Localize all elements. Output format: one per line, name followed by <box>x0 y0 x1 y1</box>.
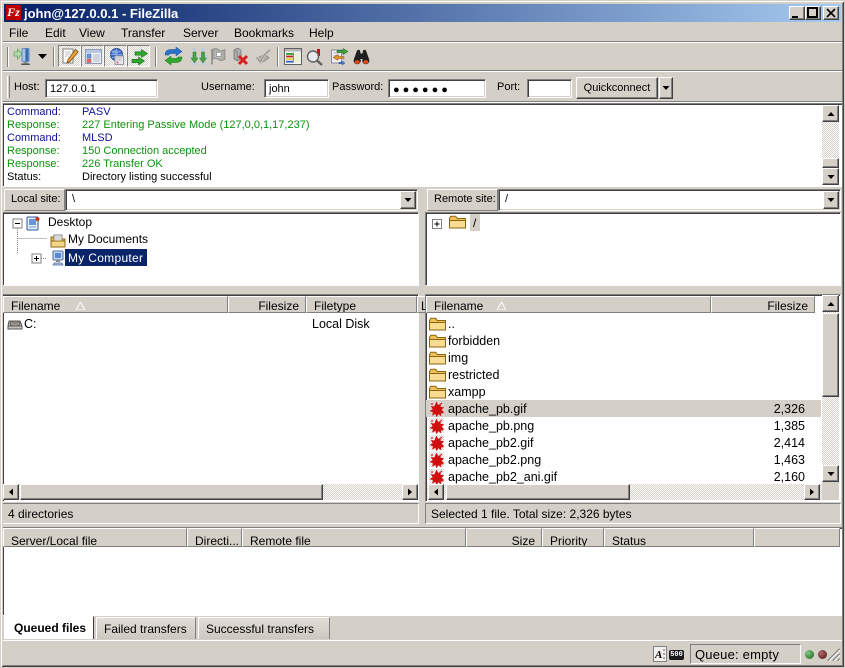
svg-text:A: A <box>654 649 662 661</box>
